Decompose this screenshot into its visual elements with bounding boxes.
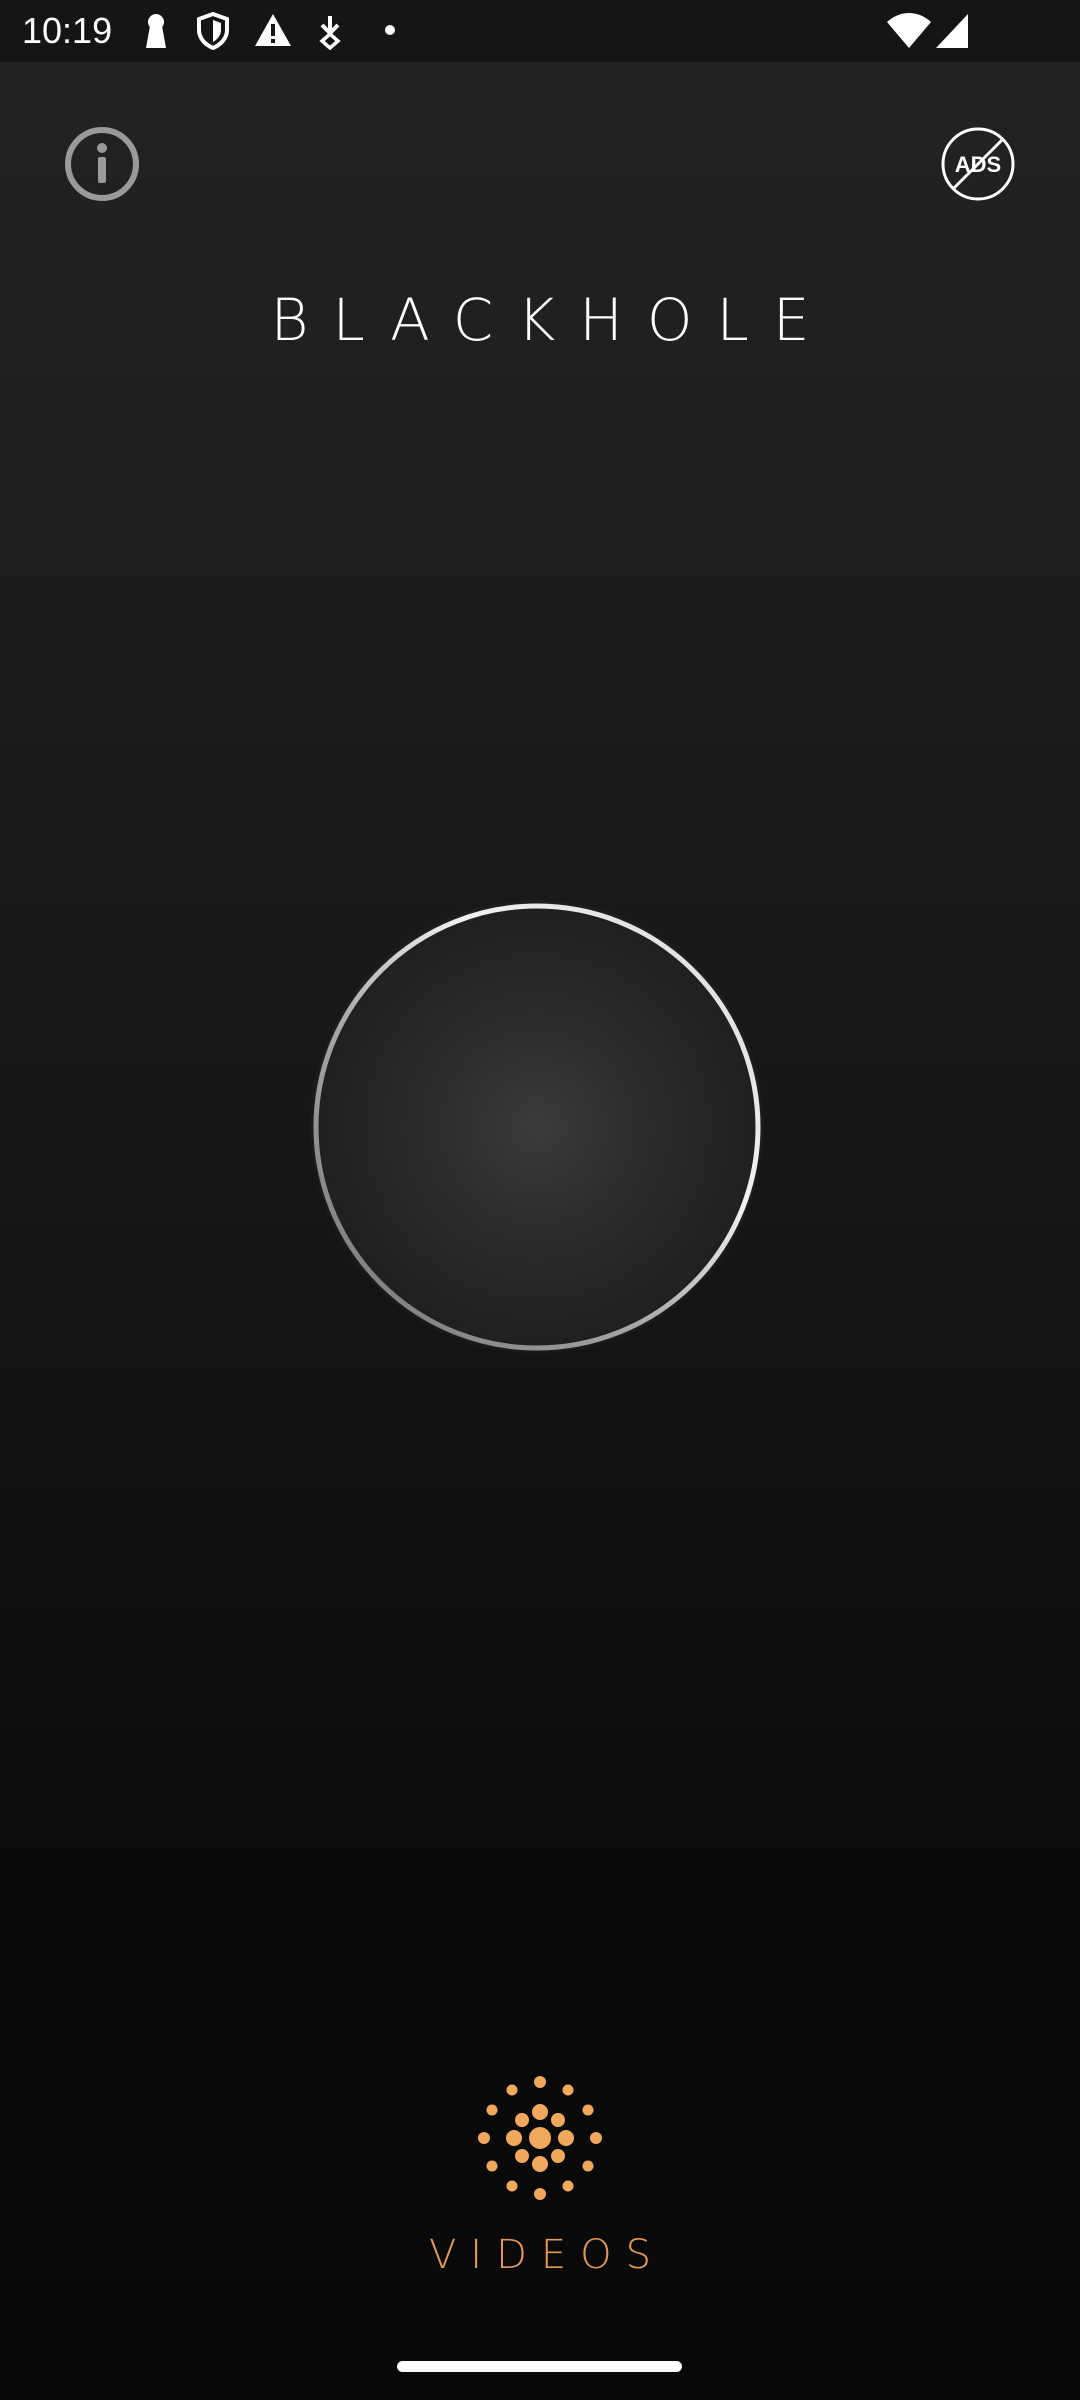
- home-indicator[interactable]: [397, 2361, 682, 2372]
- signal-icon: [934, 12, 970, 50]
- dots-burst-icon: [478, 2076, 602, 2200]
- wifi-icon: [886, 12, 932, 50]
- no-ads-icon: ADS: [941, 127, 1015, 201]
- app-title: BLACKHOLE: [270, 286, 834, 354]
- videos-label: VIDEOS: [428, 2232, 666, 2278]
- warning-icon: [254, 12, 292, 50]
- blackhole-orb[interactable]: [313, 903, 761, 1351]
- shield-icon: [196, 12, 230, 50]
- info-button[interactable]: [64, 126, 140, 202]
- keyhole-icon: [142, 12, 170, 50]
- status-bar: 10:19: [0, 0, 1080, 62]
- app-screen: 10:19 ADS BLACKHOLE VIDEOS: [0, 0, 1080, 2400]
- ads-label: ADS: [955, 152, 1001, 177]
- dot-icon: [384, 24, 396, 62]
- download-arrow-icon: [316, 12, 344, 50]
- status-time: 10:19: [22, 10, 113, 51]
- videos-button[interactable]: VIDEOS: [410, 2060, 670, 2280]
- info-icon: [65, 127, 139, 201]
- remove-ads-button[interactable]: ADS: [940, 126, 1016, 202]
